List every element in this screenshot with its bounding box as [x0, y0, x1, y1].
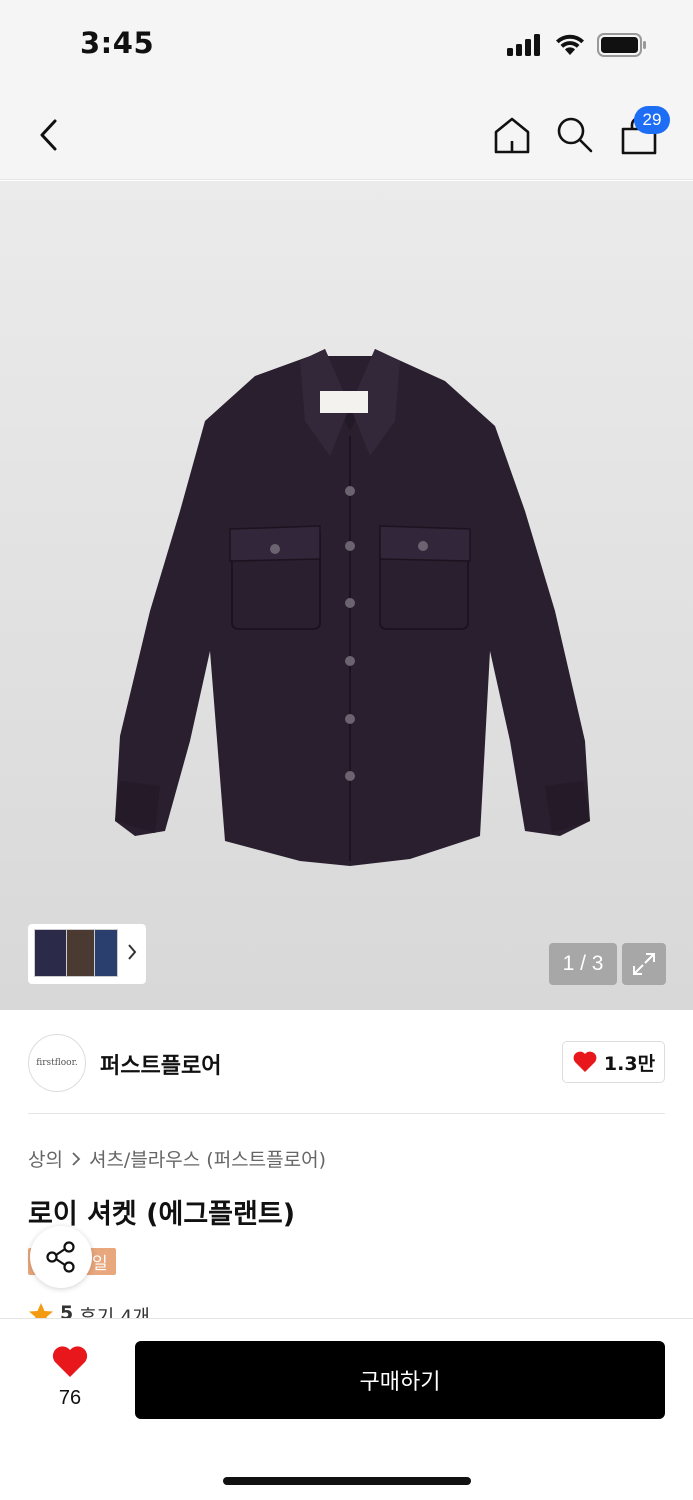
wishlist-count: 76: [58, 1387, 82, 1409]
expand-image-button[interactable]: [622, 943, 666, 985]
home-button[interactable]: [485, 108, 539, 162]
signal-icon: [507, 34, 540, 56]
star-icon: [29, 1303, 53, 1318]
status-time: 3:45: [80, 26, 155, 60]
wifi-icon: [556, 34, 584, 55]
chevron-right-icon[interactable]: [126, 942, 138, 962]
battery-icon: [597, 33, 646, 57]
home-icon: [494, 117, 530, 154]
share-button[interactable]: [30, 1226, 92, 1288]
product-image-gallery[interactable]: 1 / 3: [0, 181, 693, 1010]
brand-logo[interactable]: firstfloor.: [28, 1034, 86, 1092]
breadcrumb-category[interactable]: 상의: [28, 1145, 63, 1172]
thumbnail-strip[interactable]: [28, 924, 146, 984]
expand-icon: [633, 953, 655, 975]
status-icons: [507, 33, 647, 57]
breadcrumb-subcategory[interactable]: 셔츠/블라우스 (퍼스트플로어): [89, 1145, 326, 1172]
brand-name[interactable]: 퍼스트플로어: [100, 1048, 221, 1080]
nav-bar: 29: [0, 90, 693, 180]
product-image: [115, 349, 590, 866]
thumbnail-3[interactable]: [94, 929, 118, 977]
cart-button[interactable]: 29: [612, 106, 670, 162]
breadcrumb: 상의 셔츠/블라우스 (퍼스트플로어): [28, 1145, 326, 1172]
brand-logo-text: firstfloor.: [36, 1058, 78, 1068]
buy-button[interactable]: 구매하기: [135, 1341, 665, 1419]
heart-icon: [52, 1346, 88, 1377]
brand-row[interactable]: firstfloor. 퍼스트플로어 1.3만: [28, 1034, 665, 1114]
chevron-right-icon: [72, 1151, 81, 1166]
review-count[interactable]: 후기 4개: [79, 1302, 150, 1318]
cart-count-badge: 29: [634, 106, 670, 134]
rating-score: 5: [60, 1302, 74, 1318]
delivery-tag-text: 일: [92, 1254, 108, 1274]
share-icon: [46, 1241, 75, 1273]
rating-row[interactable]: 5 후기 4개: [28, 1302, 150, 1318]
image-page-indicator: 1 / 3: [549, 943, 617, 985]
back-arrow-icon: [40, 119, 57, 151]
search-button[interactable]: [548, 108, 602, 162]
brand-like-button[interactable]: 1.3만: [562, 1041, 665, 1083]
heart-icon: [573, 1051, 597, 1072]
back-button[interactable]: [22, 108, 76, 162]
home-indicator: [223, 1477, 471, 1485]
brand-like-count: 1.3만: [603, 1052, 656, 1075]
bottom-action-bar: 76 구매하기: [0, 1318, 693, 1500]
product-title: 로이 셔켓 (에그플랜트): [28, 1199, 296, 1230]
status-bar: 3:45: [0, 0, 693, 90]
search-icon: [557, 117, 593, 153]
wishlist-button[interactable]: 76: [40, 1345, 100, 1410]
